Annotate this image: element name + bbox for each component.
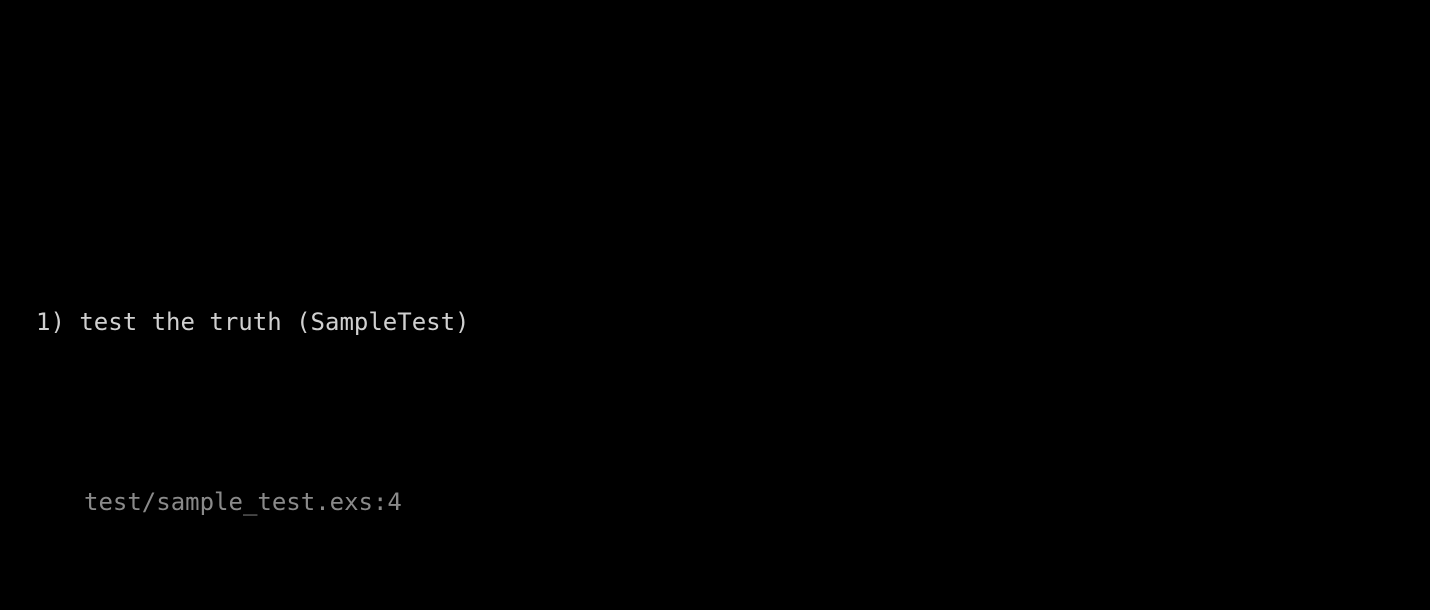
test-header-line: 1) test the truth (SampleTest) xyxy=(0,304,1430,340)
test-location: test/sample_test.exs:4 xyxy=(0,484,1430,520)
terminal-output[interactable]: 1) test the truth (SampleTest) test/samp… xyxy=(0,144,1430,610)
test-title: test the truth (SampleTest) xyxy=(79,308,469,336)
test-number: 1) xyxy=(36,308,79,336)
